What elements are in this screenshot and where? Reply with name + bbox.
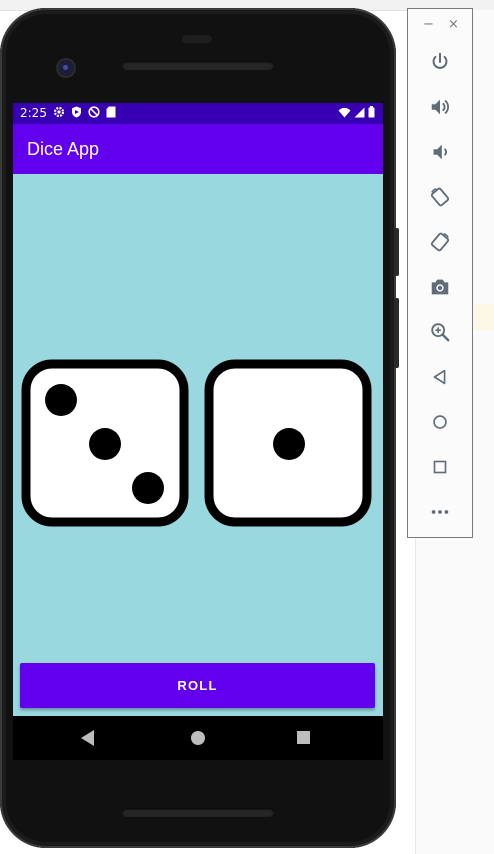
die-pip: [89, 428, 121, 460]
shield-icon: [72, 106, 81, 118]
rotate-right-icon: [430, 232, 450, 252]
app-toolbar: Dice App: [13, 124, 383, 174]
battery-icon: [368, 106, 375, 118]
volume-down-button[interactable]: [427, 139, 453, 165]
rotate-right-button[interactable]: [427, 229, 453, 255]
app-title: Dice App: [27, 139, 100, 159]
no-disturb-icon: [88, 106, 100, 118]
status-right-icons: [338, 106, 375, 118]
zoom-in-icon: [431, 323, 450, 342]
phone-volume-key[interactable]: [394, 298, 399, 368]
more-dots-icon: [431, 510, 449, 514]
screenshot-button[interactable]: [427, 274, 453, 300]
die-pip: [273, 428, 305, 460]
status-bar: 2:25: [13, 103, 383, 124]
front-camera: [58, 60, 74, 76]
sd-card-icon: [106, 106, 116, 118]
home-circle-icon: [433, 415, 447, 429]
emulator-window-controls: − ×: [408, 17, 472, 35]
navigation-bar: [13, 716, 383, 760]
camera-icon: [431, 279, 449, 295]
die-right-image: [204, 359, 372, 527]
minimize-button[interactable]: −: [423, 17, 434, 32]
volume-up-icon: [431, 99, 449, 115]
status-left-icons: [53, 106, 116, 118]
volume-up-button[interactable]: [427, 94, 453, 120]
nav-back-icon[interactable]: [81, 730, 94, 746]
roll-button[interactable]: ROLL: [20, 663, 375, 708]
volume-down-icon: [433, 144, 447, 160]
emulator-home-button[interactable]: [427, 409, 453, 435]
bottom-speaker: [122, 808, 274, 817]
rotate-left-button[interactable]: [427, 184, 453, 210]
earpiece-speaker: [122, 61, 274, 70]
die-left-image: [21, 359, 189, 527]
nav-overview-icon[interactable]: [297, 731, 310, 744]
die-pip: [132, 472, 164, 504]
wifi-icon: [338, 107, 351, 117]
emulator-overview-button[interactable]: [427, 454, 453, 480]
overview-square-icon: [433, 460, 447, 474]
back-triangle-icon: [433, 369, 446, 385]
phone-power-key[interactable]: [394, 228, 399, 276]
nav-home-icon[interactable]: [191, 731, 205, 745]
emulator-back-button[interactable]: [427, 364, 453, 390]
ide-line-highlight: [474, 304, 494, 330]
rotate-left-icon: [430, 187, 450, 207]
proximity-sensor: [182, 35, 212, 43]
zoom-button[interactable]: [427, 319, 453, 345]
close-button[interactable]: ×: [448, 17, 459, 32]
status-time: 2:25: [20, 106, 47, 120]
signal-icon: [354, 107, 365, 117]
power-icon: [432, 52, 448, 69]
more-button[interactable]: [427, 499, 453, 525]
power-button[interactable]: [427, 49, 453, 75]
gear-icon: [53, 106, 65, 118]
die-pip: [45, 384, 77, 416]
emulator-toolbar: − ×: [407, 8, 473, 538]
phone-screen: 2:25 Dice App ROLL: [13, 103, 383, 716]
